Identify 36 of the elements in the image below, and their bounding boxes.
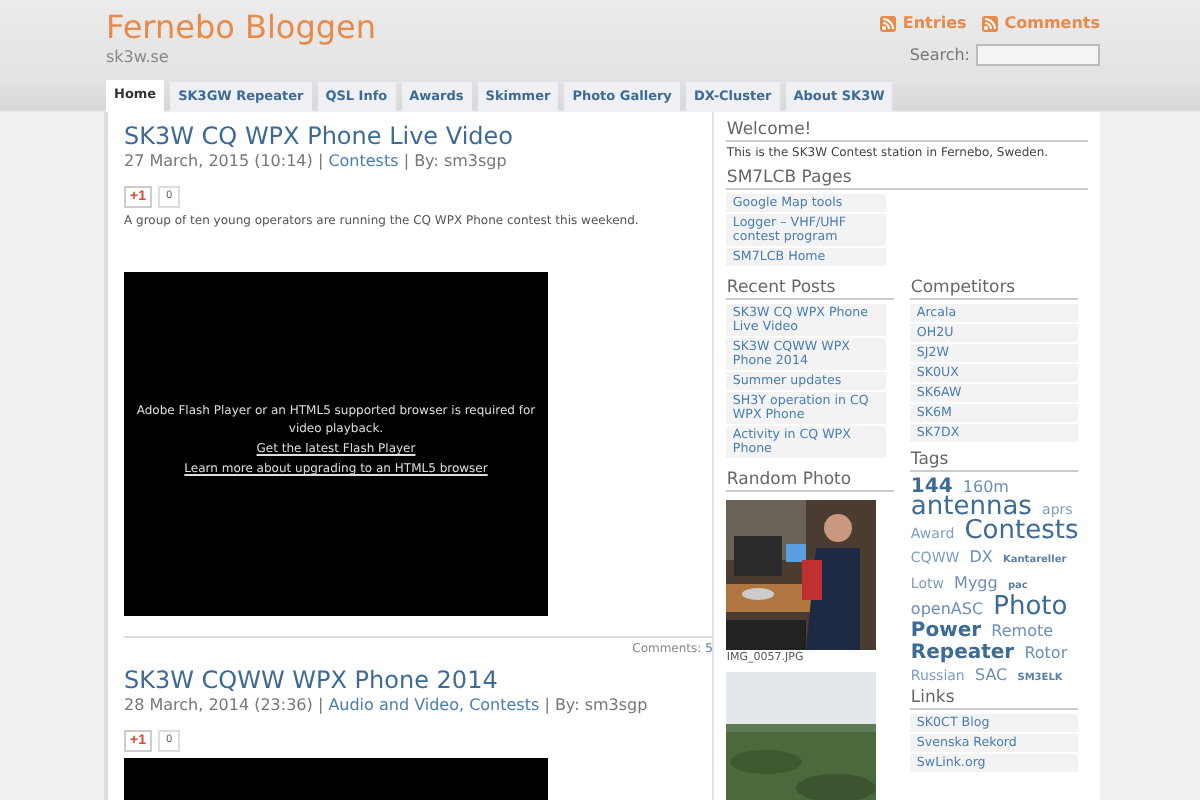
tag-link[interactable]: Contests: [964, 516, 1079, 546]
tag-link[interactable]: Repeater: [910, 642, 1015, 664]
tag-link[interactable]: Rotor: [1024, 644, 1068, 662]
rss-icon: [880, 15, 897, 31]
site-title[interactable]: Fernebo Bloggen: [106, 8, 376, 48]
post-author: | By: sm3sgp: [401, 152, 507, 170]
widget-title: Links: [910, 688, 1079, 710]
post-title[interactable]: SK3W CQ WPX Phone Live Video: [124, 120, 713, 152]
category-link[interactable]: Contests: [328, 152, 399, 170]
feed-link[interactable]: Comments: [982, 14, 1100, 32]
post-date: 28 March, 2014 (23:36) |: [124, 696, 326, 714]
rss-icon: [982, 15, 999, 31]
search-label: Search:: [909, 46, 970, 64]
tag-link[interactable]: 160m: [962, 478, 1009, 496]
tag-link[interactable]: openASC: [910, 600, 984, 618]
tag-link[interactable]: Power: [910, 620, 982, 642]
widget-title: Tags: [910, 450, 1079, 472]
tag-link[interactable]: antennas: [910, 492, 1032, 522]
site-tagline: sk3w.se: [106, 48, 171, 66]
widget-title: Welcome!: [726, 120, 1088, 142]
post-author: | By: sm3sgp: [542, 696, 648, 714]
widget-title: SM7LCB Pages: [726, 168, 1088, 190]
category-link[interactable]: Audio and Video, Contests: [328, 696, 540, 714]
widget-title: Competitors: [910, 278, 1079, 300]
widget-title: Random Photo: [726, 470, 895, 492]
search-field[interactable]: [976, 44, 1100, 66]
feed-link[interactable]: Entries: [880, 14, 967, 32]
post-date: 27 March, 2015 (10:14) |: [124, 152, 326, 170]
tag-link[interactable]: DX: [969, 548, 993, 566]
tag-link[interactable]: SAC: [974, 666, 1008, 684]
post-title[interactable]: SK3W CQWW WPX Phone 2014: [124, 664, 713, 696]
widget-title: Recent Posts: [726, 278, 895, 300]
tag-link[interactable]: Mygg: [954, 574, 998, 592]
tag-link[interactable]: Remote: [991, 622, 1054, 640]
tag-link[interactable]: 144: [910, 476, 953, 498]
tag-link[interactable]: Photo: [993, 592, 1068, 622]
